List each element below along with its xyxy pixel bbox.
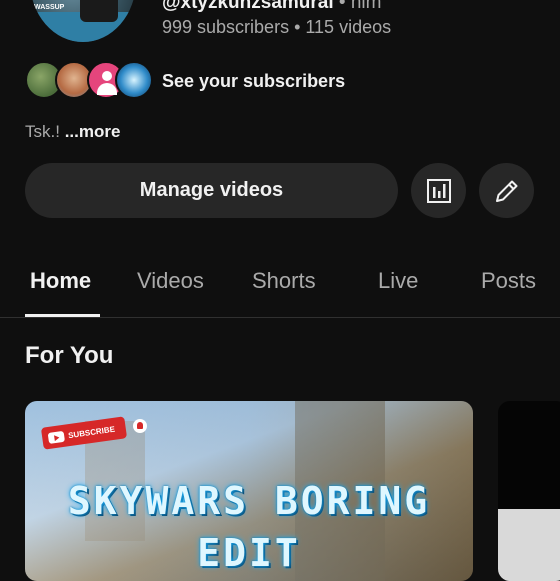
description-text: Tsk.! — [25, 122, 60, 141]
next-video-thumbnail[interactable] — [498, 401, 560, 581]
tab-posts[interactable]: Posts — [481, 268, 536, 294]
tab-live[interactable]: Live — [378, 268, 418, 294]
edit-channel-button[interactable] — [479, 163, 534, 218]
subscriber-avatars[interactable] — [25, 61, 153, 99]
youtube-logo-icon — [47, 430, 65, 444]
channel-stats: 999 subscribers • 115 videos — [162, 17, 392, 37]
tab-shorts[interactable]: Shorts — [252, 268, 316, 294]
bell-icon — [133, 419, 147, 433]
video-thumbnail[interactable]: SUBSCRIBE SKYWARS BORING EDIT — [25, 401, 473, 581]
subscriber-avatar — [115, 61, 153, 99]
channel-avatar[interactable]: WASSUP — [30, 0, 136, 42]
thumbnail-background — [498, 509, 560, 581]
thumbnail-title-line1: SKYWARS BORING — [67, 479, 431, 523]
manage-videos-button[interactable]: Manage videos — [25, 163, 398, 218]
avatar-figure — [80, 0, 118, 22]
channel-pronouns: • him — [338, 0, 382, 13]
channel-handle-text: @xtyzkunzsamurai — [162, 0, 334, 13]
more-link[interactable]: ...more — [65, 122, 121, 141]
bar-chart-icon — [426, 178, 451, 203]
see-subscribers-link[interactable]: See your subscribers — [162, 71, 345, 92]
section-title: For You — [25, 342, 114, 369]
analytics-button[interactable] — [411, 163, 466, 218]
channel-description[interactable]: Tsk.! ...more — [25, 122, 120, 142]
tabs-divider — [0, 317, 560, 318]
tab-videos[interactable]: Videos — [137, 268, 204, 294]
thumbnail-title-line2: EDIT — [197, 531, 301, 575]
tab-home[interactable]: Home — [30, 268, 91, 294]
subscribe-badge-label: SUBSCRIBE — [67, 424, 116, 440]
channel-handle: @xtyzkunzsamurai • him — [162, 0, 381, 14]
avatar-text: WASSUP — [34, 4, 65, 11]
pencil-icon — [495, 180, 517, 202]
